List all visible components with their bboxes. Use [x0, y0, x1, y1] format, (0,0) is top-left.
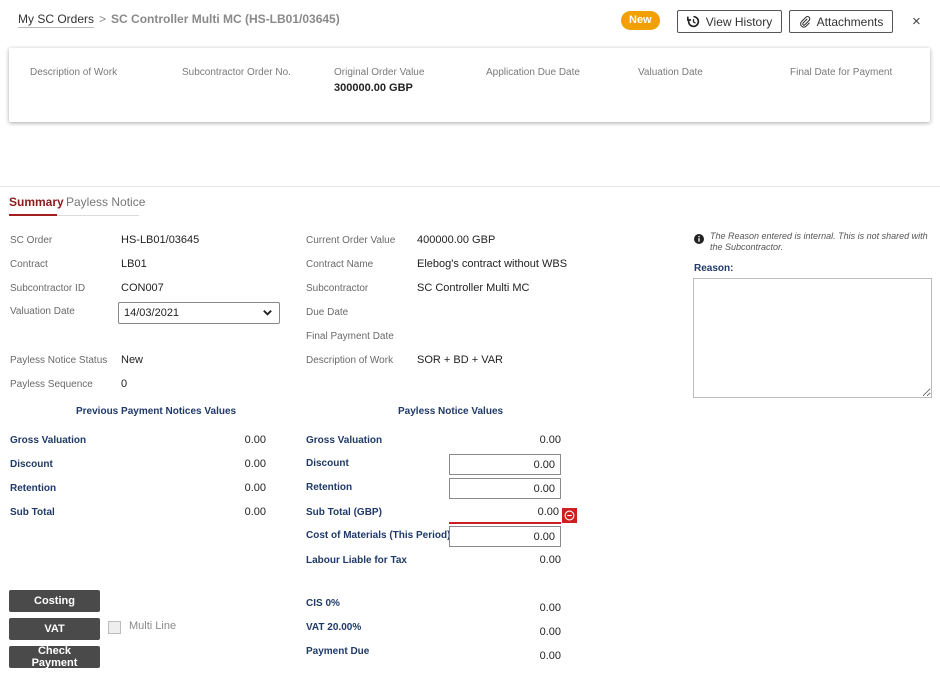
breadcrumb: My SC Orders > SC Controller Multi MC (HS-…	[18, 12, 340, 28]
reason-label: Reason:	[694, 263, 734, 274]
payless-status-value: New	[121, 354, 144, 366]
pl-retention-label: Retention	[306, 482, 353, 493]
attachments-label: Attachments	[816, 14, 884, 29]
pl-gross-valuation-label: Gross Valuation	[306, 435, 383, 446]
prev-retention-value: 0.00	[244, 482, 266, 494]
pl-sub-total-label: Sub Total (GBP)	[306, 507, 382, 518]
sub-total-error-underline	[449, 522, 561, 524]
valuation-date-label: Valuation Date	[10, 306, 75, 317]
paperclip-icon	[799, 16, 810, 28]
final-payment-date-label: Final Payment Date	[306, 331, 394, 342]
pl-vat-label: VAT 20.00%	[306, 622, 362, 633]
close-icon[interactable]: ×	[912, 14, 921, 30]
card-original-order-value: 300000.00 GBP	[334, 82, 413, 94]
current-order-value-label: Current Order Value	[306, 235, 396, 246]
card-valuation-date: Valuation Date	[638, 67, 703, 78]
subcontractor-value: SC Controller Multi MC	[417, 282, 530, 294]
current-order-value: 400000.00 GBP	[417, 234, 496, 246]
previous-values-title: Previous Payment Notices Values	[76, 406, 237, 417]
description-of-work-value: SOR + BD + VAR	[417, 354, 503, 366]
info-icon	[694, 231, 704, 249]
breadcrumb-current: SC Controller Multi MC (HS-LB01/03645)	[111, 12, 340, 26]
prev-discount-label: Discount	[10, 459, 53, 470]
card-original-order-value-label: Original Order Value	[334, 67, 425, 78]
card-application-due-date: Application Due Date	[486, 67, 580, 78]
subcontractor-id-label: Subcontractor ID	[10, 283, 86, 294]
pl-vat-value: 0.00	[539, 626, 561, 638]
prev-retention-label: Retention	[10, 483, 57, 494]
sc-order-value: HS-LB01/03645	[121, 234, 200, 246]
pl-payment-due-value: 0.00	[539, 650, 561, 662]
error-icon[interactable]	[562, 508, 577, 523]
status-badge: New	[621, 11, 660, 30]
pl-sub-total-value: 0.00	[537, 506, 559, 518]
pl-discount-input[interactable]	[449, 454, 561, 475]
subcontractor-label: Subcontractor	[306, 283, 369, 294]
order-summary-card	[9, 48, 930, 122]
contract-value: LB01	[121, 258, 147, 270]
payless-sequence-label: Payless Sequence	[10, 379, 93, 390]
reason-textarea[interactable]	[693, 278, 932, 398]
chevron-down-icon	[263, 310, 272, 316]
check-payment-button[interactable]: Check Payment	[9, 645, 100, 669]
prev-sub-total-label: Sub Total	[10, 507, 55, 518]
prev-gross-valuation-value: 0.00	[244, 434, 266, 446]
pl-labour-liable-label: Labour Liable for Tax	[306, 555, 407, 566]
payless-values-title: Payless Notice Values	[398, 406, 504, 417]
multi-line-label: Multi Line	[129, 620, 177, 632]
valuation-date-value: 14/03/2021	[124, 307, 180, 319]
minus-circle-icon	[564, 510, 575, 521]
multi-line-checkbox[interactable]	[108, 621, 121, 634]
reason-info-text: The Reason entered is internal. This is …	[710, 231, 928, 252]
pl-payment-due-label: Payment Due	[306, 646, 370, 657]
pl-retention-input[interactable]	[449, 478, 561, 499]
pl-cis-value: 0.00	[539, 602, 561, 614]
tab-payless-notice[interactable]: Payless Notice	[66, 195, 145, 209]
tab-summary[interactable]: Summary	[9, 195, 64, 209]
pl-cis-label: CIS 0%	[306, 598, 340, 609]
view-history-label: View History	[705, 14, 773, 29]
contract-name-label: Contract Name	[306, 259, 374, 270]
pl-labour-liable-value: 0.00	[539, 554, 561, 566]
prev-sub-total-value: 0.00	[244, 506, 266, 518]
breadcrumb-my-sc-orders[interactable]: My SC Orders	[18, 12, 95, 28]
description-of-work-label: Description of Work	[306, 355, 394, 366]
contract-label: Contract	[10, 259, 48, 270]
breadcrumb-separator: >	[99, 12, 107, 26]
history-icon	[686, 15, 699, 28]
prev-discount-value: 0.00	[244, 458, 266, 470]
payless-sequence-value: 0	[121, 378, 128, 390]
card-final-date-for-payment: Final Date for Payment	[790, 67, 893, 78]
pl-discount-label: Discount	[306, 458, 349, 469]
contract-name-value: Elebog's contract without WBS	[417, 258, 568, 270]
pl-cost-of-materials-input[interactable]	[449, 526, 561, 547]
card-description-of-work: Description of Work	[30, 67, 118, 78]
vat-button[interactable]: VAT	[9, 618, 100, 640]
payless-status-label: Payless Notice Status	[10, 355, 108, 366]
tab-summary-underline	[9, 214, 57, 216]
pl-gross-valuation-value: 0.00	[539, 434, 561, 446]
prev-gross-valuation-label: Gross Valuation	[10, 435, 87, 446]
section-divider	[0, 186, 940, 187]
valuation-date-select[interactable]: 14/03/2021	[118, 302, 280, 324]
pl-cost-of-materials-label: Cost of Materials (This Period)	[306, 530, 451, 541]
view-history-button[interactable]: View History	[677, 10, 782, 33]
attachments-button[interactable]: Attachments	[789, 10, 893, 33]
due-date-label: Due Date	[306, 307, 349, 318]
sc-order-label: SC Order	[10, 235, 53, 246]
subcontractor-id-value: CON007	[121, 282, 164, 294]
card-subcontractor-order-no: Subcontractor Order No.	[182, 67, 291, 78]
costing-button[interactable]: Costing	[9, 590, 100, 612]
